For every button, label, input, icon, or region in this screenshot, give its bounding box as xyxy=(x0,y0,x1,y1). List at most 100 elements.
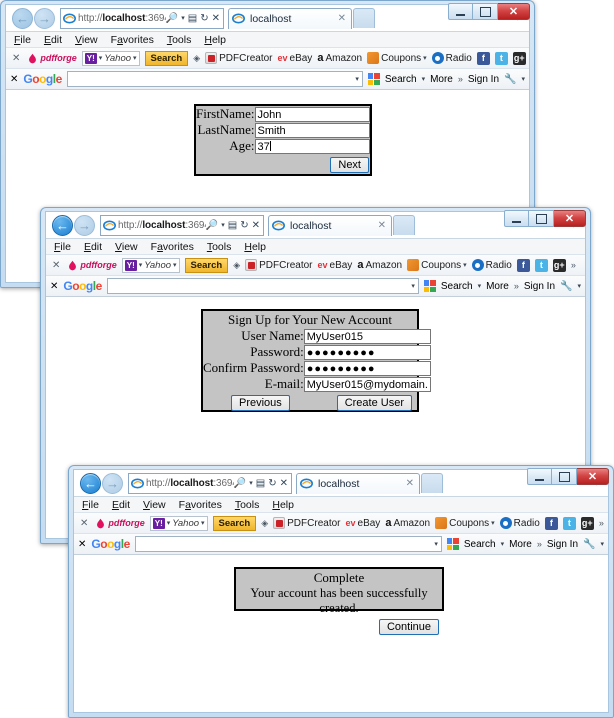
google-more-label[interactable]: More xyxy=(430,74,453,85)
chevron-down-icon[interactable]: ▾ xyxy=(478,282,482,290)
restore-button[interactable] xyxy=(552,468,577,485)
google-search-label[interactable]: Search xyxy=(385,74,417,85)
menu-item-tools[interactable]: Tools xyxy=(235,499,260,511)
tab-close-icon[interactable]: ✕ xyxy=(404,478,416,489)
twitter-icon[interactable]: t xyxy=(562,516,576,530)
facebook-icon[interactable]: f xyxy=(476,51,490,65)
continue-button[interactable]: Continue xyxy=(378,619,439,635)
radio-button[interactable]: Radio xyxy=(471,259,512,271)
compatibility-view-icon[interactable]: ▤ xyxy=(228,220,237,231)
chevron-down-icon[interactable]: ▾ xyxy=(355,75,359,83)
address-bar[interactable]: http://localhost:3694/MembersI 🔎 ▾ ▤ ↻ ✕ xyxy=(60,7,224,29)
stop-icon[interactable]: ✕ xyxy=(252,220,260,231)
tab-close-icon[interactable]: ✕ xyxy=(376,220,388,231)
menu-item-edit[interactable]: Edit xyxy=(84,241,102,253)
email-input[interactable]: MyUser015@mydomain. xyxy=(303,376,431,392)
menu-item-favorites[interactable]: Favorites xyxy=(151,241,194,253)
pdfcreator-button[interactable]: PDFCreator xyxy=(273,517,341,529)
menu-item-help[interactable]: Help xyxy=(244,241,266,253)
address-bar[interactable]: http://localhost:3694/MembersI 🔎 ▾ ▤ ↻ ✕ xyxy=(128,472,292,494)
facebook-icon[interactable]: f xyxy=(516,258,530,272)
firstname-input[interactable]: John xyxy=(254,106,370,122)
chevron-down-icon[interactable]: ▾ xyxy=(139,261,143,269)
refresh-icon[interactable]: ↻ xyxy=(240,220,248,231)
toolbar-close-icon[interactable]: ✕ xyxy=(50,260,62,271)
google-search-label[interactable]: Search xyxy=(464,539,496,550)
yahoo-dropdown-icon[interactable]: ▾ xyxy=(133,54,137,62)
search-icon[interactable]: 🔎 xyxy=(206,220,218,231)
address-bar[interactable]: http://localhost:3694/MembersI 🔎 ▾ ▤ ↻ ✕ xyxy=(100,214,264,236)
googleplus-icon[interactable]: g+ xyxy=(580,516,594,530)
yahoo-dropdown-icon[interactable]: ▾ xyxy=(173,261,177,269)
pdfforge-logo[interactable]: pdfforge xyxy=(95,518,145,529)
google-signin-label[interactable]: Sign In xyxy=(547,539,578,550)
amazon-button[interactable]: a Amazon xyxy=(357,259,402,271)
toolbar-search-button[interactable]: Search xyxy=(212,515,257,531)
stop-icon[interactable]: ✕ xyxy=(212,13,220,24)
back-button-icon[interactable]: ← xyxy=(12,7,33,29)
ebay-button[interactable]: ev eBay xyxy=(318,260,353,271)
chevron-down-icon[interactable]: ▾ xyxy=(463,261,467,269)
forward-button-icon[interactable]: → xyxy=(102,472,123,494)
google-search-input[interactable]: ▾ xyxy=(106,278,419,294)
refresh-icon[interactable]: ↻ xyxy=(200,13,208,24)
menu-item-favorites[interactable]: Favorites xyxy=(111,34,154,46)
ebay-button[interactable]: ev eBay xyxy=(346,518,381,529)
googleplus-icon[interactable]: g+ xyxy=(552,258,566,272)
google-toolbar-close-icon[interactable]: ✕ xyxy=(78,539,86,550)
new-tab-button[interactable] xyxy=(421,473,443,493)
compatibility-view-icon[interactable]: ▤ xyxy=(256,478,265,489)
stop-icon[interactable]: ✕ xyxy=(280,478,288,489)
close-button[interactable]: ✕ xyxy=(498,3,530,20)
confirm-password-input[interactable]: ●●●●●●●●● xyxy=(303,360,431,376)
refresh-icon[interactable]: ↻ xyxy=(268,478,276,489)
previous-button[interactable]: Previous xyxy=(231,395,290,411)
coupons-button[interactable]: Coupons ▾ xyxy=(435,517,495,529)
google-search-label[interactable]: Search xyxy=(441,281,473,292)
menu-item-tools[interactable]: Tools xyxy=(167,34,192,46)
menu-item-edit[interactable]: Edit xyxy=(44,34,62,46)
facebook-icon[interactable]: f xyxy=(544,516,558,530)
coupons-button[interactable]: Coupons ▾ xyxy=(407,259,467,271)
radio-button[interactable]: Radio xyxy=(431,52,472,64)
chevron-down-icon[interactable]: ▾ xyxy=(422,75,426,83)
chevron-down-icon[interactable]: ▾ xyxy=(577,282,581,290)
toolbar-close-icon[interactable]: ✕ xyxy=(78,518,90,529)
menu-item-file[interactable]: File xyxy=(54,241,71,253)
ebay-button[interactable]: ev eBay xyxy=(278,53,313,64)
toolbar-search-button[interactable]: Search xyxy=(184,257,229,273)
chevron-down-icon[interactable]: ▾ xyxy=(221,221,225,229)
google-toolbar-close-icon[interactable]: ✕ xyxy=(10,74,18,85)
back-button-icon[interactable]: ← xyxy=(52,214,73,236)
browser-tab[interactable]: localhost ✕ xyxy=(228,7,352,29)
pdfcreator-button[interactable]: PDFCreator xyxy=(205,52,273,64)
menu-item-edit[interactable]: Edit xyxy=(112,499,130,511)
coupons-button[interactable]: Coupons ▾ xyxy=(367,52,427,64)
twitter-icon[interactable]: t xyxy=(494,51,508,65)
googleplus-icon[interactable]: g+ xyxy=(512,51,526,65)
more-chevron-icon[interactable]: » xyxy=(537,539,542,549)
menu-item-help[interactable]: Help xyxy=(272,499,294,511)
forward-button-icon[interactable]: → xyxy=(34,7,55,29)
new-tab-button[interactable] xyxy=(353,8,375,28)
restore-button[interactable] xyxy=(529,210,554,227)
password-input[interactable]: ●●●●●●●●● xyxy=(303,344,431,360)
menu-item-tools[interactable]: Tools xyxy=(207,241,232,253)
chevron-down-icon[interactable]: ▾ xyxy=(167,519,171,527)
username-input[interactable]: MyUser015 xyxy=(303,328,431,344)
restore-button[interactable] xyxy=(473,3,498,20)
menu-item-view[interactable]: View xyxy=(115,241,138,253)
google-more-label[interactable]: More xyxy=(509,539,532,550)
chevron-down-icon[interactable]: ▾ xyxy=(411,282,415,290)
chevron-down-icon[interactable]: ▾ xyxy=(491,519,495,527)
toolbar-search-button[interactable]: Search xyxy=(144,50,189,66)
minimize-button[interactable] xyxy=(527,468,552,485)
radio-button[interactable]: Radio xyxy=(499,517,540,529)
menu-item-file[interactable]: File xyxy=(82,499,99,511)
compatibility-view-icon[interactable]: ▤ xyxy=(188,13,197,24)
google-search-input[interactable]: ▾ xyxy=(134,536,442,552)
pdfforge-logo[interactable]: pdfforge xyxy=(67,260,117,271)
back-button-icon[interactable]: ← xyxy=(80,472,101,494)
lastname-input[interactable]: Smith xyxy=(254,122,370,138)
chevron-down-icon[interactable]: ▾ xyxy=(99,54,103,62)
